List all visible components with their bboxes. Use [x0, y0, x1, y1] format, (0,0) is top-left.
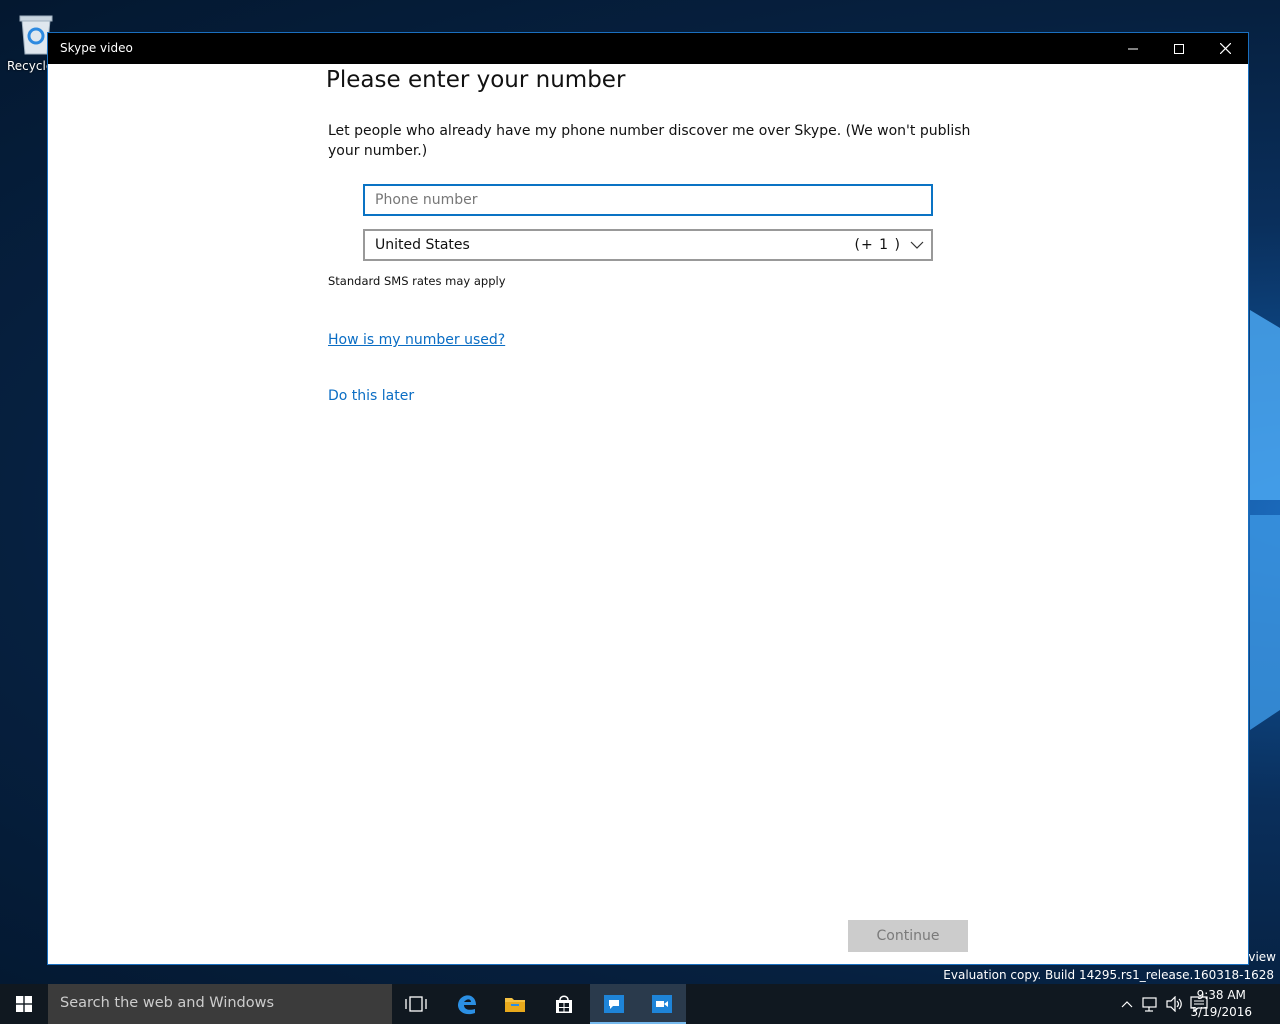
minimize-button[interactable] [1110, 33, 1156, 64]
maximize-button[interactable] [1156, 33, 1202, 64]
network-button[interactable] [1141, 994, 1161, 1014]
edge-icon [458, 995, 476, 1015]
country-name: United States [375, 237, 470, 253]
taskbar: Search the web and Windows 9:38 AM 3/19/… [0, 984, 1280, 1024]
skype-video-icon [652, 995, 672, 1013]
country-code: (+ 1 ) [854, 237, 901, 253]
how-number-used-link[interactable]: How is my number used? [328, 332, 505, 348]
search-placeholder: Search the web and Windows [60, 995, 275, 1011]
do-this-later-link[interactable]: Do this later [328, 388, 414, 404]
sms-rates-note: Standard SMS rates may apply [328, 274, 506, 288]
file-explorer-button[interactable] [491, 984, 539, 1024]
task-view-icon [405, 996, 427, 1012]
file-explorer-icon [505, 998, 525, 1012]
edge-button[interactable] [443, 984, 491, 1024]
evaluation-watermark: Evaluation copy. Build 14295.rs1_release… [943, 968, 1274, 982]
clock-time: 9:38 AM [1196, 988, 1246, 1002]
window-title: Skype video [60, 41, 133, 55]
store-icon [556, 995, 572, 1013]
messaging-icon [604, 995, 624, 1013]
chevron-up-icon [1121, 1001, 1133, 1008]
skype-video-button[interactable] [638, 984, 686, 1024]
windows-logo-wallpaper [1250, 310, 1280, 730]
volume-button[interactable] [1165, 994, 1185, 1014]
skype-video-window: Skype video Please enter your number Let… [47, 32, 1249, 965]
clock[interactable]: 9:38 AM 3/19/2016 [1190, 987, 1252, 1021]
windows-start-icon [16, 996, 32, 1012]
network-icon [1142, 997, 1157, 1012]
search-box[interactable]: Search the web and Windows [48, 984, 392, 1024]
phone-number-input[interactable] [363, 184, 933, 216]
start-button[interactable] [0, 984, 48, 1024]
store-button[interactable] [540, 984, 588, 1024]
show-hidden-icons-button[interactable] [1117, 994, 1137, 1014]
maximize-icon [1174, 43, 1184, 54]
close-button[interactable] [1202, 33, 1248, 64]
minimize-icon [1128, 48, 1138, 49]
description-text: Let people who already have my phone num… [328, 123, 971, 159]
clock-date: 3/19/2016 [1190, 1005, 1252, 1019]
task-view-button[interactable] [392, 984, 440, 1024]
country-dropdown[interactable]: United States (+ 1 ) [363, 229, 933, 261]
volume-icon [1166, 996, 1182, 1012]
close-icon [1219, 43, 1231, 54]
title-bar[interactable]: Skype video [48, 33, 1248, 64]
messaging-button[interactable] [590, 984, 638, 1024]
page-title: Please enter your number [326, 67, 626, 93]
chevron-down-icon [910, 241, 924, 249]
continue-button[interactable]: Continue [848, 920, 968, 952]
